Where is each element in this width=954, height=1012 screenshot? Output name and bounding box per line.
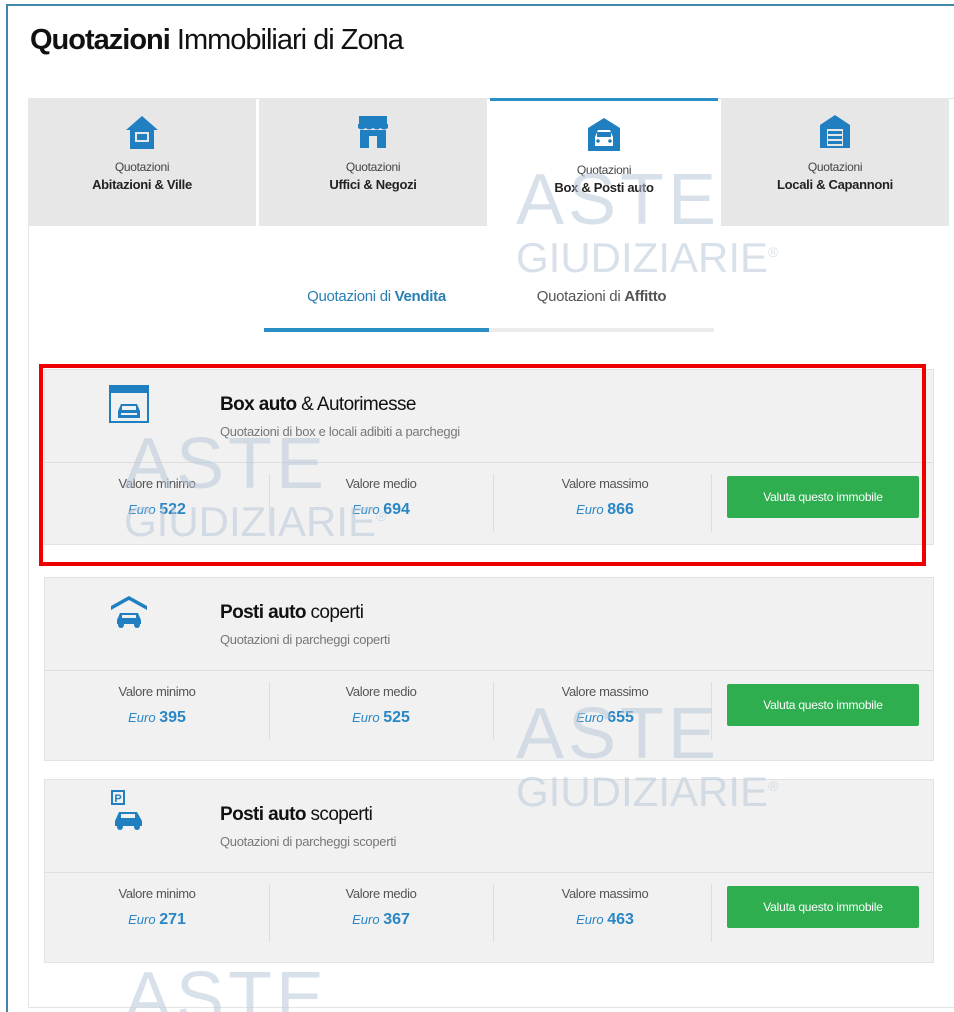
value-label: Valore medio — [345, 886, 417, 901]
value-label: Valore minimo — [118, 886, 196, 901]
house-icon — [126, 116, 158, 149]
garage-car-icon — [588, 118, 620, 151]
svg-text:P: P — [114, 793, 121, 805]
card-title: Posti auto scoperti — [220, 804, 373, 826]
title-bold: Quotazioni — [30, 24, 171, 56]
value-separator — [711, 884, 712, 942]
subtab-prefix: Quotazioni di — [307, 288, 391, 305]
value-label: Valore medio — [345, 684, 417, 699]
value-avg: Valore medio Euro 525 — [269, 684, 493, 727]
transaction-subtabs: Quotazioni di Vendita Quotazioni di Affi… — [264, 288, 714, 332]
value-min: Valore minimo Euro 271 — [45, 886, 269, 929]
tab-line2: Uffici & Negozi — [329, 177, 417, 192]
value-number: 271 — [159, 911, 186, 928]
page-title: Quotazioni Immobiliari di Zona — [30, 24, 404, 57]
card-subtitle: Quotazioni di parcheggi coperti — [220, 632, 390, 647]
value-separator — [711, 682, 712, 740]
currency-label: Euro — [576, 912, 604, 927]
subtab-affitto[interactable]: Quotazioni di Affitto — [489, 288, 714, 332]
currency-label: Euro — [128, 710, 156, 725]
card-title-bold: Posti auto — [220, 602, 306, 623]
value-max: Valore massimo Euro 655 — [493, 684, 717, 727]
value-amount: Euro 395 — [45, 709, 269, 727]
value-label: Valore massimo — [561, 684, 649, 699]
subtab-bold: Affitto — [624, 288, 667, 305]
quotation-card-posti-coperti: Posti auto coperti Quotazioni di parcheg… — [44, 577, 934, 761]
value-number: 463 — [607, 911, 634, 928]
card-title-bold: Posti auto — [220, 804, 306, 825]
value-amount: Euro 463 — [493, 911, 717, 929]
value-amount: Euro 367 — [269, 911, 493, 929]
tab-line1: Quotazioni — [345, 160, 401, 174]
title-light: Immobiliari di Zona — [176, 24, 404, 56]
card-divider — [45, 872, 933, 873]
quotation-card-posti-scoperti: P Posti auto scoperti Quotazioni di parc… — [44, 779, 934, 963]
value-number: 395 — [159, 709, 186, 726]
currency-label: Euro — [576, 710, 604, 725]
value-label: Valore minimo — [118, 684, 196, 699]
subtab-bold: Vendita — [394, 288, 447, 305]
open-parking-icon: P — [111, 790, 142, 830]
card-subtitle: Quotazioni di parcheggi scoperti — [220, 834, 397, 849]
tab-line1: Quotazioni — [114, 160, 170, 174]
value-label: Valore massimo — [561, 886, 649, 901]
value-number: 367 — [383, 911, 410, 928]
currency-label: Euro — [352, 912, 380, 927]
value-number: 525 — [383, 709, 410, 726]
card-divider — [45, 670, 933, 671]
valuta-immobile-button[interactable]: Valuta questo immobile — [727, 684, 919, 726]
tab-line2: Box & Posti auto — [554, 180, 654, 195]
tab-abitazioni-ville[interactable]: Quotazioni Abitazioni & Ville — [28, 98, 256, 226]
value-number: 655 — [607, 709, 634, 726]
value-avg: Valore medio Euro 367 — [269, 886, 493, 929]
value-max: Valore massimo Euro 463 — [493, 886, 717, 929]
tab-uffici-negozi[interactable]: Quotazioni Uffici & Negozi — [259, 98, 487, 226]
value-amount: Euro 655 — [493, 709, 717, 727]
tab-box-posti-auto[interactable]: Quotazioni Box & Posti auto — [490, 98, 718, 226]
value-amount: Euro 525 — [269, 709, 493, 727]
valuta-immobile-button[interactable]: Valuta questo immobile — [727, 886, 919, 928]
tab-line1: Quotazioni — [576, 163, 632, 177]
card-title-light: coperti — [310, 602, 364, 623]
value-amount: Euro 271 — [45, 911, 269, 929]
shop-icon — [358, 116, 388, 148]
currency-label: Euro — [352, 710, 380, 725]
tab-line1: Quotazioni — [807, 160, 863, 174]
tab-line2: Locali & Capannoni — [777, 177, 893, 192]
value-min: Valore minimo Euro 395 — [45, 684, 269, 727]
card-title: Posti auto coperti — [220, 602, 364, 624]
card-title-light: scoperti — [310, 804, 373, 825]
covered-parking-icon — [111, 596, 147, 628]
tab-line2: Abitazioni & Ville — [92, 177, 192, 192]
tab-locali-capannoni[interactable]: Quotazioni Locali & Capannoni — [721, 98, 949, 226]
highlight-box — [39, 364, 926, 566]
category-tabs: Quotazioni Abitazioni & Ville Quotazioni… — [28, 98, 954, 226]
subtab-prefix: Quotazioni di — [536, 288, 621, 305]
currency-label: Euro — [128, 912, 156, 927]
warehouse-icon — [820, 115, 850, 148]
subtab-vendita[interactable]: Quotazioni di Vendita — [264, 288, 489, 332]
